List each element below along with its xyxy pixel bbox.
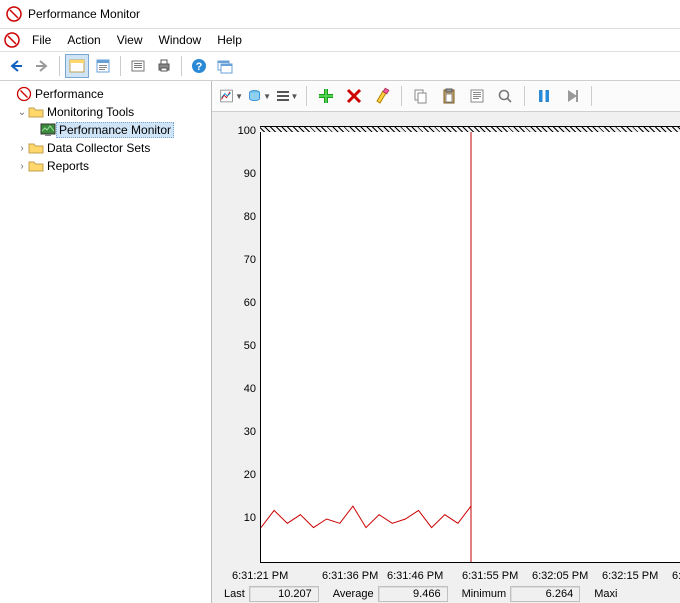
properties-button[interactable] [464, 83, 490, 109]
forward-button[interactable] [30, 54, 54, 78]
y-tick: 20 [226, 469, 256, 481]
view-type-button[interactable]: ▼ [218, 83, 244, 109]
x-tick: 6:32:05 PM [532, 570, 588, 582]
y-tick: 40 [226, 383, 256, 395]
copy-button[interactable] [408, 83, 434, 109]
stat-last-label: Last [224, 588, 245, 600]
tree-label: Monitoring Tools [44, 105, 137, 119]
y-tick: 30 [226, 426, 256, 438]
delete-counter-button[interactable] [341, 83, 367, 109]
stats-bar: Last 10.207 Average 9.466 Minimum6.264 Max… [212, 582, 680, 603]
folder-icon [28, 104, 44, 120]
stat-min-label: Minimum [462, 588, 507, 600]
tree-data-collector-sets[interactable]: › Data Collector Sets [0, 139, 211, 157]
tree-performance-monitor[interactable]: Performance Monitor [0, 121, 211, 139]
tree-monitoring-tools[interactable]: ⌄ Monitoring Tools [0, 103, 211, 121]
menu-action[interactable]: Action [59, 31, 108, 49]
collapse-icon[interactable]: ⌄ [16, 107, 28, 118]
mmc-toolbar: ? [0, 51, 680, 81]
y-tick: 90 [226, 168, 256, 180]
export-button[interactable] [126, 54, 150, 78]
back-button[interactable] [4, 54, 28, 78]
menu-help[interactable]: Help [209, 31, 250, 49]
zoom-button[interactable] [492, 83, 518, 109]
tree-label: Reports [44, 159, 92, 173]
tree-label: Data Collector Sets [44, 141, 153, 155]
perfmon-icon [6, 6, 22, 22]
y-tick: 100 [226, 125, 256, 137]
action-menu-button[interactable]: ▼ [274, 83, 300, 109]
folder-icon [28, 158, 44, 174]
help-button[interactable]: ? [187, 54, 211, 78]
separator [591, 86, 592, 106]
add-counter-button[interactable] [313, 83, 339, 109]
separator [401, 86, 402, 106]
properties-button[interactable] [91, 54, 115, 78]
perfmon-icon [4, 32, 20, 48]
svg-text:?: ? [196, 61, 203, 73]
y-tick: 10 [226, 512, 256, 524]
data-source-button[interactable]: ▼ [246, 83, 272, 109]
y-tick: 70 [226, 254, 256, 266]
x-tick: 6:32:15 PM [602, 570, 658, 582]
update-button[interactable] [559, 83, 585, 109]
stat-avg-label: Average [333, 588, 374, 600]
tree-reports[interactable]: › Reports [0, 157, 211, 175]
chart-toolbar: ▼ ▼ ▼ [212, 81, 680, 112]
stat-last-value: 10.207 [249, 586, 319, 602]
chart-svg [261, 132, 680, 562]
paste-button[interactable] [436, 83, 462, 109]
menu-window[interactable]: Window [151, 31, 210, 49]
nav-tree[interactable]: Performance ⌄ Monitoring Tools Performan… [0, 81, 212, 603]
expand-icon[interactable]: › [16, 143, 28, 154]
perfmon-icon [16, 86, 32, 102]
separator [181, 56, 182, 76]
x-tick: 6:31:36 PM [322, 570, 378, 582]
monitor-icon [40, 122, 56, 138]
x-tick: 6:31:55 PM [462, 570, 518, 582]
menu-bar: File Action View Window Help [0, 29, 680, 51]
y-tick: 50 [226, 340, 256, 352]
x-tick: 6:31:46 PM [387, 570, 443, 582]
separator [120, 56, 121, 76]
y-tick: 80 [226, 211, 256, 223]
y-tick: 60 [226, 297, 256, 309]
chart-area[interactable]: 100 90 80 70 60 50 40 30 20 10 6:31:21 PM 6:31:36 … [212, 112, 680, 582]
folder-icon [28, 140, 44, 156]
menu-file[interactable]: File [24, 31, 59, 49]
expand-icon[interactable]: › [16, 161, 28, 172]
separator [306, 86, 307, 106]
x-tick: 6: [672, 570, 680, 582]
separator [59, 56, 60, 76]
chart-plot[interactable] [260, 132, 680, 563]
tree-label: Performance Monitor [56, 122, 174, 138]
freeze-button[interactable] [531, 83, 557, 109]
show-hide-tree-button[interactable] [65, 54, 89, 78]
menu-view[interactable]: View [109, 31, 151, 49]
tree-label: Performance [32, 87, 107, 101]
stat-avg-value: 9.466 [378, 586, 448, 602]
chart-pane: ▼ ▼ ▼ 100 90 80 70 60 50 40 30 20 10 6:31:21 PM 6:… [212, 81, 680, 603]
window-title: Performance Monitor [28, 7, 140, 21]
stat-min-value: 6.264 [510, 586, 580, 602]
x-tick: 6:31:21 PM [232, 570, 288, 582]
title-bar: Performance Monitor [0, 0, 680, 29]
highlight-button[interactable] [369, 83, 395, 109]
stat-max-label: Maxi [594, 588, 617, 600]
separator [524, 86, 525, 106]
tree-root-performance[interactable]: Performance [0, 85, 211, 103]
print-button[interactable] [152, 54, 176, 78]
new-window-button[interactable] [213, 54, 237, 78]
